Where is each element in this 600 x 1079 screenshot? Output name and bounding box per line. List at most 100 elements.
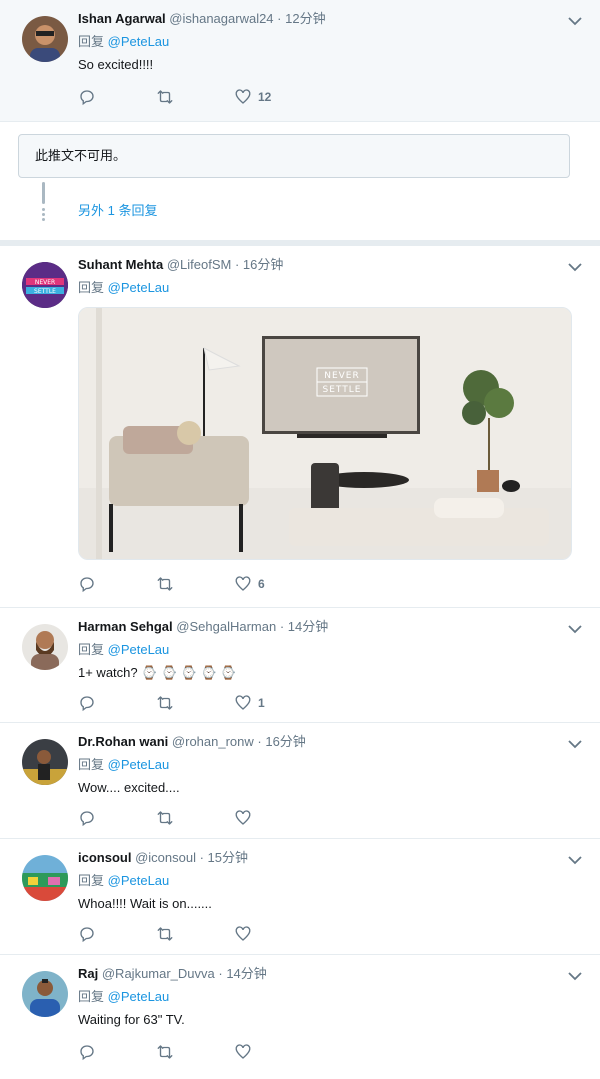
tweet[interactable]: Raj @Rajkumar_Duvva · 14分钟 回复 @PeteLau W…: [0, 955, 600, 1079]
like-button[interactable]: [234, 925, 312, 943]
tweet[interactable]: NEVER SETTLE Suhant Mehta @LifeofSM · 16分…: [0, 246, 600, 608]
separator: ·: [276, 619, 288, 634]
tweet-text: 1+ watch? ⌚ ⌚ ⌚ ⌚ ⌚: [78, 665, 237, 680]
timestamp[interactable]: 16分钟: [243, 257, 283, 272]
timestamp[interactable]: 15分钟: [208, 850, 248, 865]
avatar[interactable]: [22, 16, 68, 62]
more-replies-link[interactable]: 另外 1 条回复: [78, 200, 157, 219]
reply-button[interactable]: [78, 575, 156, 593]
reply-icon: [80, 90, 94, 106]
like-icon: [235, 695, 251, 710]
timestamp[interactable]: 16分钟: [265, 734, 305, 749]
retweet-icon: [157, 577, 173, 591]
tweet-text: Wow.... excited....: [78, 780, 180, 795]
mention-link[interactable]: @PeteLau: [108, 280, 170, 295]
mention-link[interactable]: @PeteLau: [108, 34, 170, 49]
avatar[interactable]: [22, 855, 68, 901]
retweet-button[interactable]: [156, 694, 234, 712]
timestamp[interactable]: 14分钟: [288, 619, 328, 634]
like-count: 6: [258, 577, 265, 591]
like-button[interactable]: [234, 1043, 312, 1061]
user-name[interactable]: Ishan Agarwal: [78, 11, 166, 26]
like-button[interactable]: 12: [234, 88, 312, 106]
avatar[interactable]: [22, 971, 68, 1017]
mention-link[interactable]: @PeteLau: [108, 642, 170, 657]
tweet-actions: [78, 924, 600, 956]
user-handle[interactable]: @ishanagarwal24: [169, 11, 273, 26]
user-handle[interactable]: @rohan_ronw: [172, 734, 254, 749]
mention-link[interactable]: @PeteLau: [108, 989, 170, 1004]
like-button[interactable]: 6: [234, 575, 312, 593]
media-text-settle: SETTLE: [323, 385, 362, 395]
reply-button[interactable]: [78, 925, 156, 943]
user-name[interactable]: Suhant Mehta: [78, 257, 163, 272]
retweet-button[interactable]: [156, 925, 234, 943]
chevron-down-icon[interactable]: [568, 262, 582, 272]
retweet-button[interactable]: [156, 575, 234, 593]
chevron-down-icon[interactable]: [568, 971, 582, 981]
user-handle[interactable]: @Rajkumar_Duvva: [102, 966, 215, 981]
separator: ·: [273, 11, 286, 26]
avatar[interactable]: [22, 624, 68, 670]
tweet-text: Whoa!!!! Wait is on.......: [78, 896, 212, 911]
reply-context: 回复 @PeteLau: [78, 641, 600, 659]
tweet[interactable]: Harman Sehgal @SehgalHarman · 14分钟 回复 @P…: [0, 608, 600, 723]
retweet-icon: [157, 696, 173, 710]
retweet-icon: [157, 927, 173, 941]
avatar[interactable]: NEVER SETTLE: [22, 262, 68, 308]
mention-link[interactable]: @PeteLau: [108, 873, 170, 888]
retweet-button[interactable]: [156, 1043, 234, 1061]
tweet[interactable]: Ishan Agarwal @ishanagarwal24 · 12分钟 回复 …: [0, 0, 600, 122]
chevron-down-icon[interactable]: [568, 855, 582, 865]
chevron-down-icon[interactable]: [568, 739, 582, 749]
tweet-actions: [78, 808, 600, 840]
thread-line: [42, 182, 45, 204]
user-name[interactable]: Raj: [78, 966, 98, 981]
tweet-actions: 1: [78, 693, 600, 725]
reply-icon: [80, 696, 94, 712]
more-replies-row[interactable]: 另外 1 条回复: [0, 178, 600, 240]
thread-dot: [42, 208, 45, 211]
retweet-button[interactable]: [156, 88, 234, 106]
user-handle[interactable]: @LifeofSM: [167, 257, 232, 272]
user-name[interactable]: Dr.Rohan wani: [78, 734, 168, 749]
tweet[interactable]: Dr.Rohan wani @rohan_ronw · 16分钟 回复 @Pet…: [0, 723, 600, 839]
thread-dot: [42, 213, 45, 216]
chevron-down-icon[interactable]: [568, 16, 582, 26]
unavailable-container: 此推文不可用。: [0, 122, 600, 178]
reply-button[interactable]: [78, 809, 156, 827]
svg-text:SETTLE: SETTLE: [34, 288, 56, 295]
tweet-actions: 12: [78, 87, 600, 119]
timestamp[interactable]: 12分钟: [285, 11, 325, 26]
chevron-down-icon[interactable]: [568, 624, 582, 634]
reply-prefix: 回复: [78, 280, 108, 295]
tweet[interactable]: iconsoul @iconsoul · 15分钟 回复 @PeteLau Wh…: [0, 839, 600, 955]
reply-button[interactable]: [78, 88, 156, 106]
reply-button[interactable]: [78, 694, 156, 712]
separator: ·: [253, 734, 266, 749]
avatar[interactable]: [22, 739, 68, 785]
like-icon: [235, 89, 251, 104]
retweet-icon: [157, 1045, 173, 1059]
user-handle[interactable]: @iconsoul: [135, 850, 196, 865]
reply-button[interactable]: [78, 1043, 156, 1061]
like-button[interactable]: [234, 809, 312, 827]
like-icon: [235, 576, 251, 591]
reply-icon: [80, 811, 94, 827]
retweet-icon: [157, 811, 173, 825]
separator: ·: [195, 850, 208, 865]
reply-prefix: 回复: [78, 642, 108, 657]
user-name[interactable]: iconsoul: [78, 850, 131, 865]
reply-prefix: 回复: [78, 873, 108, 888]
timestamp[interactable]: 14分钟: [226, 966, 266, 981]
media-image[interactable]: NEVER SETTLE: [78, 307, 572, 560]
separator: ·: [231, 257, 243, 272]
mention-link[interactable]: @PeteLau: [108, 757, 170, 772]
retweet-button[interactable]: [156, 809, 234, 827]
user-name[interactable]: Harman Sehgal: [78, 619, 173, 634]
reply-prefix: 回复: [78, 34, 108, 49]
reply-context: 回复 @PeteLau: [78, 756, 600, 774]
like-button[interactable]: 1: [234, 694, 312, 712]
user-handle[interactable]: @SehgalHarman: [176, 619, 276, 634]
reply-context: 回复 @PeteLau: [78, 279, 600, 297]
